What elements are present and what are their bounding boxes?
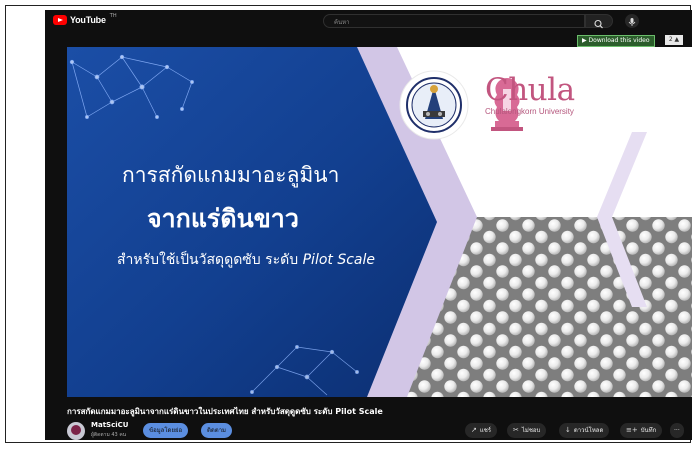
search-placeholder: ค้นหา [334, 19, 350, 26]
chula-name: Chula [485, 72, 575, 108]
logo-text: YouTube [70, 15, 106, 25]
microphone-icon [628, 18, 636, 26]
save-icon: ≡+ [626, 426, 638, 434]
download-button[interactable]: ↓ ดาวน์โหลด [559, 423, 610, 438]
search-icon [594, 19, 603, 29]
save-button[interactable]: ≡+ บันทึก [620, 423, 663, 438]
chula-logo: Chula Chulalongkorn University [485, 72, 575, 117]
subscribe-button[interactable]: ติดตาม [201, 423, 233, 438]
faculty-seal-logo [399, 70, 469, 140]
download-video-button[interactable]: ▶ Download this video [577, 35, 655, 47]
video-player[interactable]: การสกัดแกมมาอะลูมินา จากแร่ดินขาว สำหรับ… [67, 47, 692, 397]
thumbnail-title-line1: การสกัดแกมมาอะลูมินา [122, 163, 340, 187]
dislike-button[interactable]: ✂ ไม่ชอบ [507, 423, 547, 438]
youtube-play-icon [53, 15, 67, 25]
dislike-label: ไม่ชอบ [521, 427, 541, 434]
download-label: ดาวน์โหลด [573, 427, 604, 434]
search-input[interactable]: ค้นหา [323, 14, 585, 28]
join-button[interactable]: ข้อมูลโดยย่อ [143, 423, 189, 438]
thumbs-down-icon: ✂ [513, 426, 519, 434]
subscriber-count: ผู้ติดตาม 43 คน [91, 432, 127, 438]
download-icon: ↓ [565, 426, 571, 434]
thumbnail-subtitle-en: Pilot Scale [302, 252, 376, 268]
channel-name[interactable]: MatSciCU [91, 421, 128, 429]
share-button[interactable]: ↗ แชร์ [465, 423, 498, 438]
chula-university-label: Chulalongkorn University [485, 107, 574, 116]
video-title: การสกัดแกมมาอะลูมินาจากแร่ดินขาวในประเทศ… [67, 407, 383, 416]
download-options-button[interactable]: 2 ▲ [665, 35, 683, 45]
top-bar: YouTube TH ค้นหา [45, 10, 692, 32]
save-label: บันทึก [640, 427, 657, 434]
share-label: แชร์ [479, 427, 492, 434]
youtube-logo[interactable]: YouTube TH [53, 13, 117, 25]
channel-avatar[interactable] [67, 422, 85, 440]
voice-search-button[interactable] [625, 14, 639, 28]
logo-country: TH [109, 13, 117, 19]
thumbnail-title-line3: สำหรับใช้เป็นวัสดุดูดซับ ระดับ Pilot Sca… [117, 249, 375, 271]
search-button[interactable] [585, 14, 613, 29]
thumbnail-title-line2: จากแร่ดินขาว [147, 204, 299, 233]
more-actions-button[interactable]: ··· [670, 423, 684, 438]
share-icon: ↗ [471, 426, 477, 434]
thumbnail-subtitle-th: สำหรับใช้เป็นวัสดุดูดซับ ระดับ [117, 252, 303, 268]
youtube-window: YouTube TH ค้นหา ▶ Download this video 2… [45, 10, 692, 440]
